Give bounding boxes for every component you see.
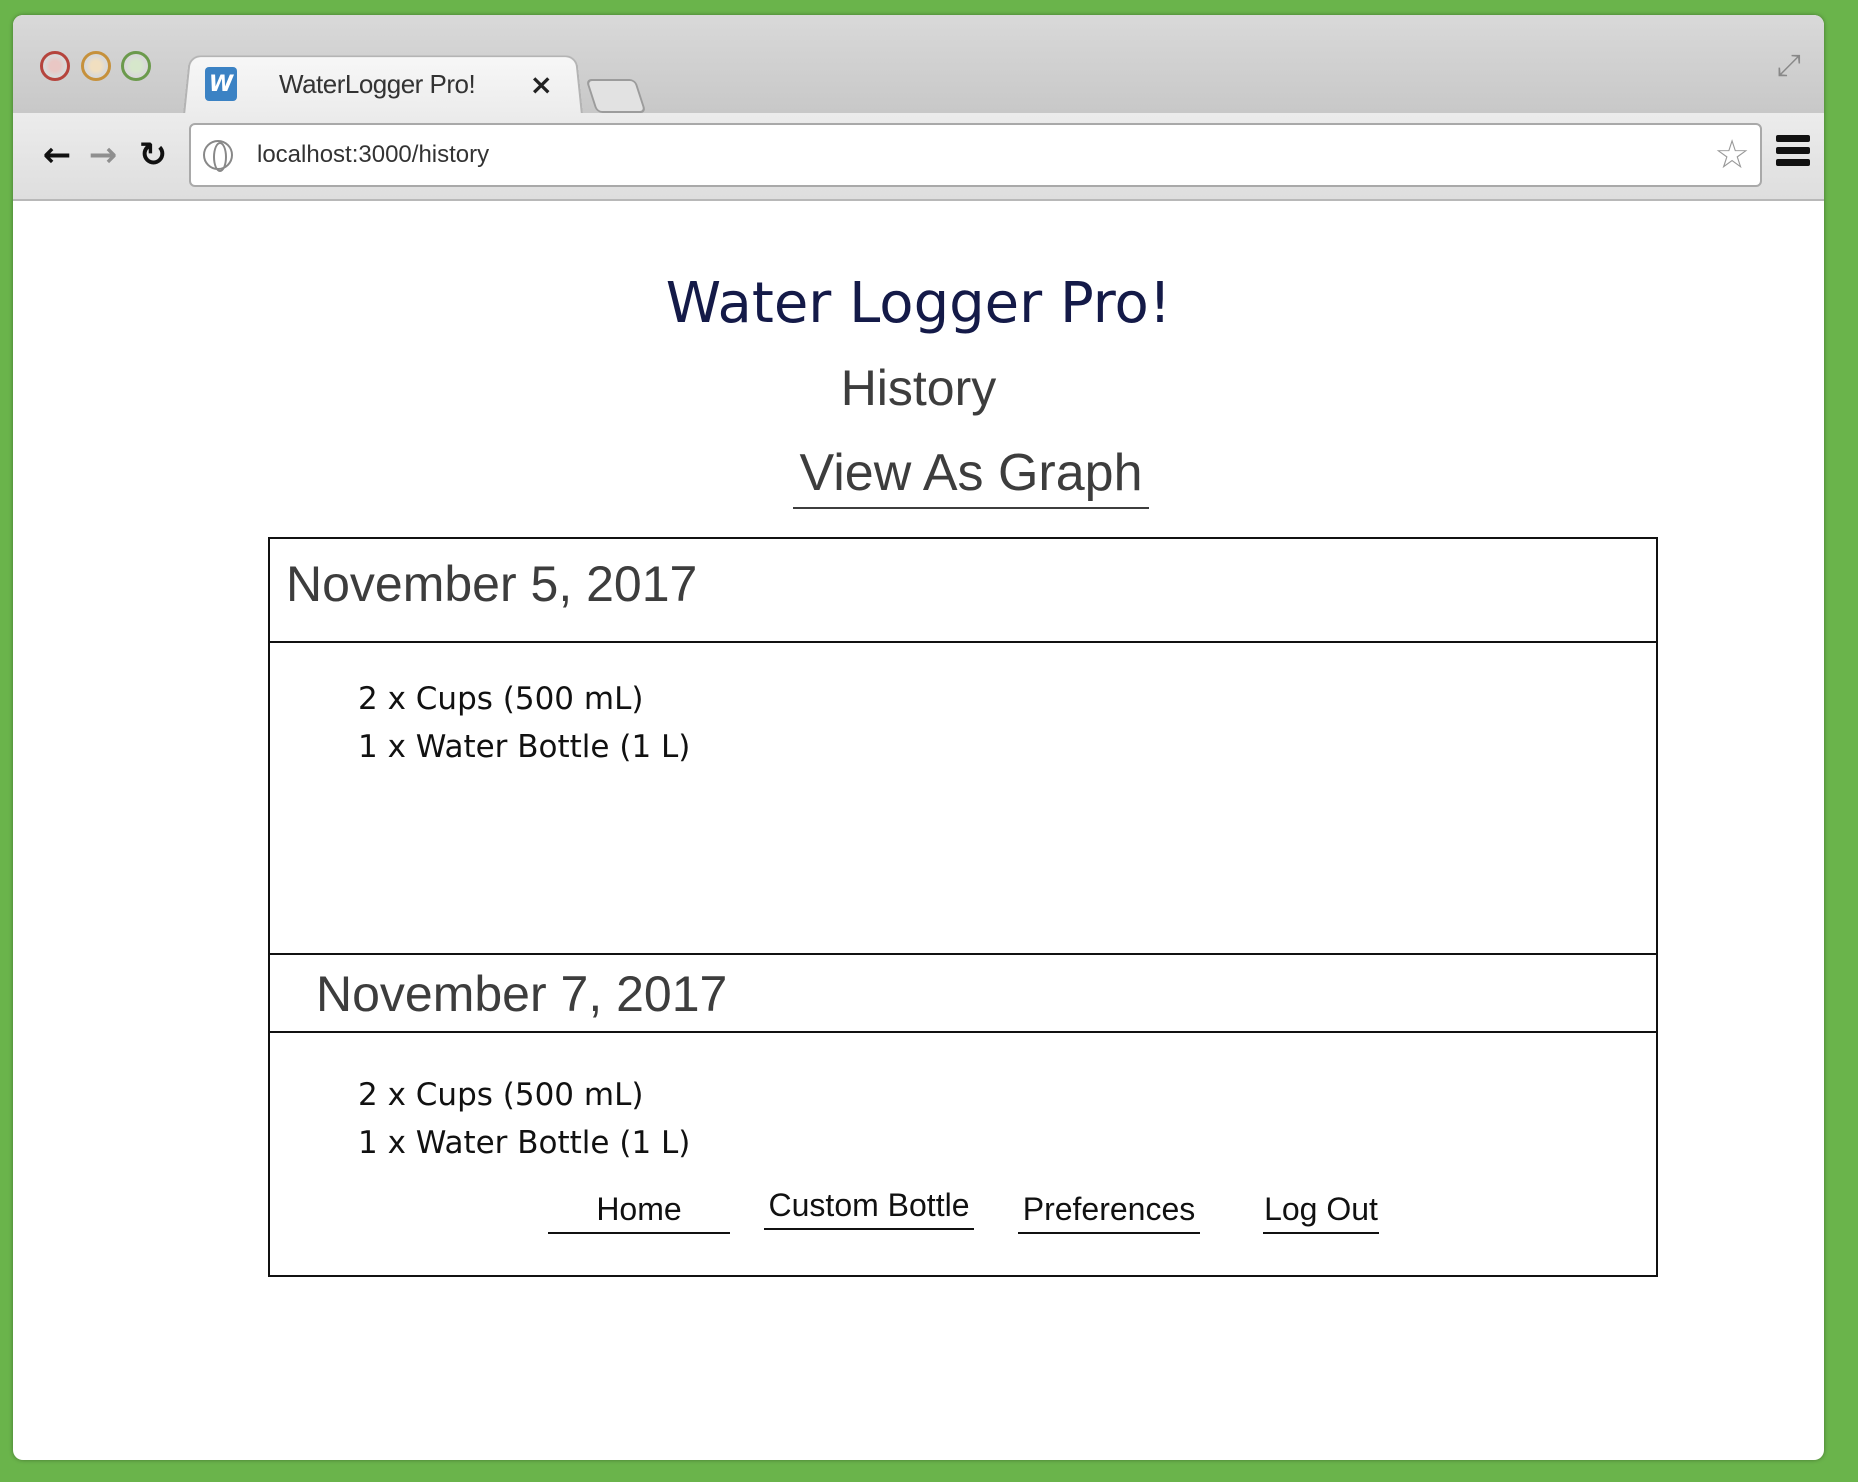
close-window-button[interactable] — [40, 51, 70, 81]
tab-title: WaterLogger Pro! — [279, 68, 476, 99]
day-header: November 7, 2017 — [270, 955, 1656, 1033]
day-entries: 2 x Cups (500 mL) 1 x Water Bottle (1 L) — [358, 1071, 690, 1167]
home-link[interactable]: Home — [548, 1191, 730, 1234]
browser-window: W WaterLogger Pro! × ⤢ ← → ↻ localhost:3… — [13, 15, 1824, 1460]
url-text[interactable]: localhost:3000/history — [257, 141, 489, 169]
forward-arrow-icon[interactable]: → — [83, 135, 123, 175]
minimize-window-button[interactable] — [81, 51, 111, 81]
bookmark-star-icon[interactable]: ☆ — [1714, 133, 1750, 177]
view-as-graph-link[interactable]: View As Graph — [793, 443, 1149, 509]
fullscreen-icon[interactable]: ⤢ — [1772, 49, 1806, 83]
footer-nav: Home Custom Bottle Preferences Log Out — [13, 1187, 1824, 1247]
address-bar[interactable]: localhost:3000/history ☆ — [189, 123, 1762, 187]
preferences-link[interactable]: Preferences — [1018, 1191, 1200, 1234]
tab-close-icon[interactable]: × — [530, 68, 553, 101]
list-item: 1 x Water Bottle (1 L) — [358, 1125, 691, 1161]
logout-link[interactable]: Log Out — [1263, 1191, 1379, 1234]
favicon-icon: W — [205, 67, 237, 101]
custom-bottle-link[interactable]: Custom Bottle — [764, 1187, 974, 1230]
day-header: November 5, 2017 — [270, 539, 1656, 643]
browser-tab-content[interactable]: W WaterLogger Pro! × — [193, 55, 573, 113]
tab-strip: W WaterLogger Pro! × ⤢ — [13, 15, 1824, 115]
browser-toolbar: ← → ↻ localhost:3000/history ☆ — [13, 113, 1824, 201]
page-subtitle: History — [840, 360, 997, 416]
list-item: 1 x Water Bottle (1 L) — [358, 729, 691, 765]
app-title: Water Logger Pro! — [665, 271, 1172, 336]
maximize-window-button[interactable] — [121, 51, 151, 81]
history-list: November 5, 2017 2 x Cups (500 mL) 1 x W… — [268, 537, 1658, 1277]
globe-icon — [203, 140, 233, 172]
new-tab-button[interactable] — [585, 79, 647, 113]
reload-icon[interactable]: ↻ — [133, 135, 173, 175]
list-item: 2 x Cups (500 mL) — [358, 1077, 644, 1113]
page-content: Water Logger Pro! History View As Graph … — [13, 201, 1824, 1460]
hamburger-menu-icon[interactable] — [1776, 135, 1810, 171]
back-arrow-icon[interactable]: ← — [37, 135, 77, 175]
list-item: 2 x Cups (500 mL) — [358, 681, 644, 717]
day-entries: 2 x Cups (500 mL) 1 x Water Bottle (1 L) — [358, 675, 690, 771]
